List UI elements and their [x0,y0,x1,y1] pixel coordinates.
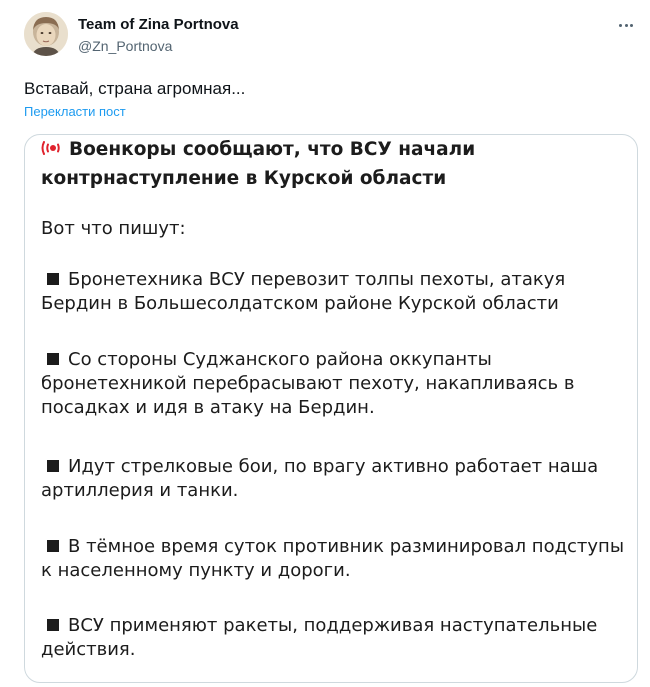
media-bullet-text: Идут стрелковые бои, по врагу активно ра… [41,456,599,501]
more-options-button[interactable] [614,14,638,36]
avatar[interactable] [24,12,68,56]
media-image[interactable]: Военкоры сообщают, что ВСУ начали контрн… [24,134,638,683]
avatar-image [24,12,68,56]
media-headline: Военкоры сообщают, что ВСУ начали контрн… [41,137,601,192]
media-bullet: Бронетехника ВСУ перевозит толпы пехоты,… [41,268,631,316]
author-name[interactable]: Team of Zina Portnova [78,16,239,34]
black-square-icon [47,273,59,285]
black-square-icon [47,540,59,552]
translate-post-link[interactable]: Перекласти пост [24,104,126,120]
media-intro: Вот что пишут: [41,218,186,239]
media-headline-text: Военкоры сообщают, что ВСУ начали контрн… [41,139,476,189]
media-bullet-text: В тёмное время суток противник разминиро… [41,536,625,581]
media-bullet: Идут стрелковые бои, по врагу активно ра… [41,455,631,503]
black-square-icon [47,460,59,472]
tweet-text: Вставай, страна агромная... [24,79,246,98]
more-horizontal-icon [618,23,634,27]
black-square-icon [47,619,59,631]
author-handle[interactable]: @Zn_Portnova [78,37,172,55]
media-bullet: В тёмное время суток противник разминиро… [41,535,631,583]
siren-icon [41,138,63,166]
media-bullet-text: ВСУ применяют ракеты, поддерживая наступ… [41,615,598,660]
tweet[interactable]: Team of Zina Portnova @Zn_Portnova Встав… [0,0,650,687]
black-square-icon [47,353,59,365]
media-bullet-text: Со стороны Суджанского района оккупанты … [41,349,575,418]
media-bullet: ВСУ применяют ракеты, поддерживая наступ… [41,614,631,662]
media-bullet: Со стороны Суджанского района оккупанты … [41,348,631,420]
media-bullet-text: Бронетехника ВСУ перевозит толпы пехоты,… [41,269,566,314]
